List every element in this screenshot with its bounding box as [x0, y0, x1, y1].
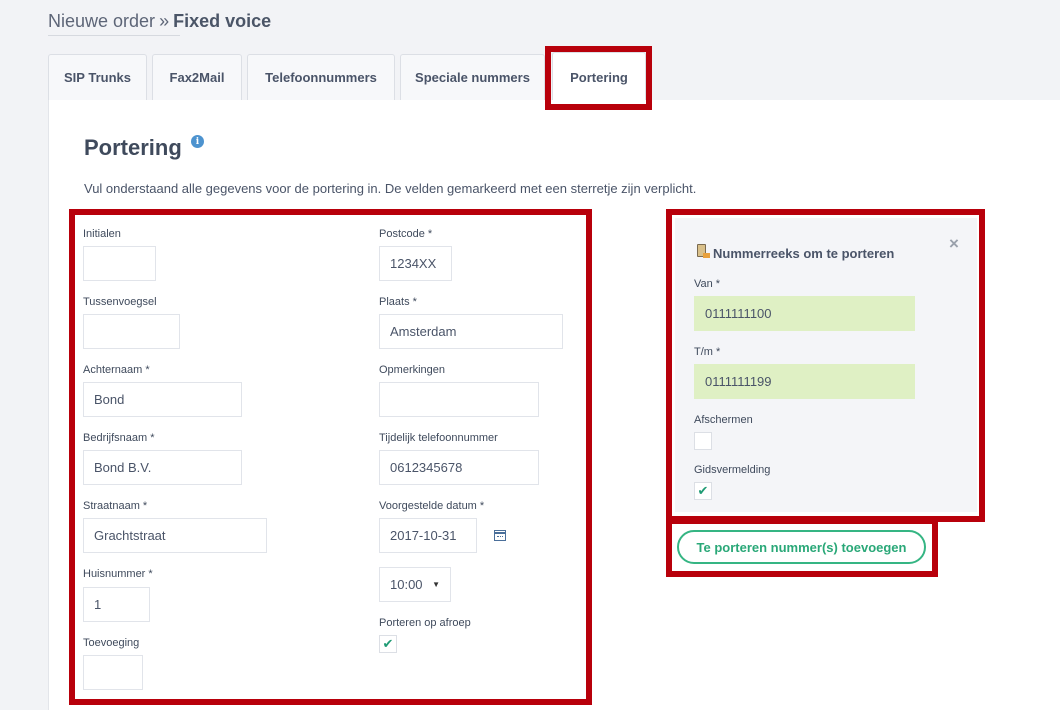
bedrijfsnaam-label: Bedrijfsnaam * — [83, 432, 155, 444]
time-select[interactable]: 10:00 ▼ — [379, 567, 451, 602]
phone-icon — [697, 244, 710, 258]
check-icon: ✔ — [382, 636, 394, 651]
breadcrumb-parent[interactable]: Nieuwe order — [48, 11, 155, 31]
page-title: Portering — [84, 135, 182, 160]
tm-input[interactable]: 0111111199 — [694, 364, 915, 399]
initialen-input[interactable] — [83, 246, 156, 281]
tab-portering[interactable]: Portering — [552, 52, 646, 102]
postcode-input[interactable]: 1234XX — [379, 246, 452, 281]
porteren-op-afroep-checkbox[interactable]: ✔ — [379, 635, 397, 653]
tab-sip-trunks[interactable]: SIP Trunks — [48, 54, 147, 100]
close-icon[interactable]: × — [949, 234, 959, 254]
porteren-op-afroep-label: Porteren op afroep — [379, 617, 471, 629]
tijdelijk-telefoonnummer-label: Tijdelijk telefoonnummer — [379, 432, 498, 444]
tussenvoegsel-input[interactable] — [83, 314, 180, 349]
achternaam-input[interactable]: Bond — [83, 382, 242, 417]
opmerkingen-input[interactable] — [379, 382, 539, 417]
chevron-down-icon: ▼ — [432, 580, 440, 589]
breadcrumb-separator: » — [159, 11, 170, 31]
toevoeging-label: Toevoeging — [83, 637, 140, 649]
gidsvermelding-label: Gidsvermelding — [694, 464, 771, 476]
breadcrumb: Nieuwe order» Fixed voice — [48, 11, 271, 32]
tussenvoegsel-label: Tussenvoegsel — [83, 296, 157, 308]
time-select-value: 10:00 — [390, 577, 423, 592]
toevoeging-input[interactable] — [83, 655, 143, 690]
bedrijfsnaam-input[interactable]: Bond B.V. — [83, 450, 242, 485]
van-input[interactable]: 0111111100 — [694, 296, 915, 331]
check-icon: ✔ — [697, 483, 709, 498]
initialen-label: Initialen — [83, 228, 121, 240]
tab-fax2mail[interactable]: Fax2Mail — [152, 54, 242, 100]
tab-telefoonnummers[interactable]: Telefoonnummers — [247, 54, 395, 100]
plaats-input[interactable]: Amsterdam — [379, 314, 563, 349]
nummerreeks-title: Nummerreeks om te porteren — [713, 246, 895, 261]
tijdelijk-telefoonnummer-input[interactable]: 0612345678 — [379, 450, 539, 485]
date-input[interactable]: 2017-10-31 — [379, 518, 477, 553]
opmerkingen-label: Opmerkingen — [379, 364, 446, 376]
calendar-icon[interactable] — [494, 530, 506, 541]
straatnaam-label: Straatnaam * — [83, 500, 148, 512]
gidsvermelding-checkbox[interactable]: ✔ — [694, 482, 712, 500]
voorgestelde-datum-label: Voorgestelde datum * — [379, 500, 485, 512]
page-description: Vul onderstaand alle gegevens voor de po… — [84, 181, 697, 196]
add-numbers-button[interactable]: Te porteren nummer(s) toevoegen — [677, 530, 926, 564]
plaats-label: Plaats * — [379, 296, 417, 308]
afschermen-checkbox[interactable] — [694, 432, 712, 450]
tm-label: T/m * — [694, 346, 721, 358]
straatnaam-input[interactable]: Grachtstraat — [83, 518, 267, 553]
achternaam-label: Achternaam * — [83, 364, 150, 376]
tab-speciale-nummers[interactable]: Speciale nummers — [400, 54, 545, 100]
info-icon[interactable]: i — [191, 135, 204, 148]
afschermen-label: Afschermen — [694, 414, 753, 426]
huisnummer-label: Huisnummer * — [83, 568, 153, 580]
breadcrumb-underline — [48, 35, 180, 36]
postcode-label: Postcode * — [379, 228, 433, 240]
breadcrumb-current: Fixed voice — [173, 11, 272, 31]
van-label: Van * — [694, 278, 721, 290]
huisnummer-input[interactable]: 1 — [83, 587, 150, 622]
